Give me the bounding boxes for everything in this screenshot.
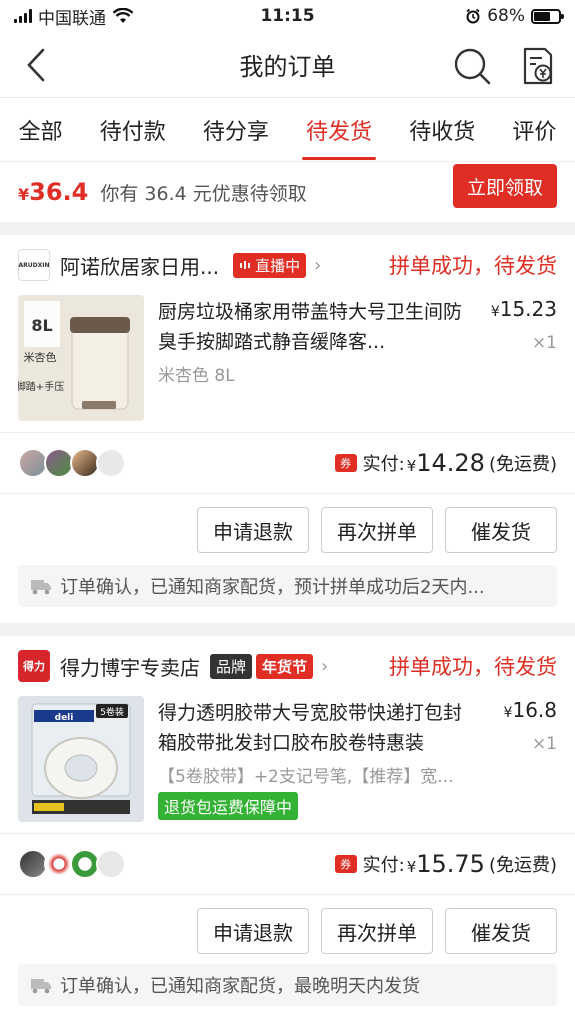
tab-pending-payment[interactable]: 待付款	[96, 98, 170, 162]
tab-pending-shipment[interactable]: 待发货	[302, 98, 377, 162]
avatar	[96, 448, 126, 478]
battery-percent: 68%	[487, 6, 525, 26]
order-status: 拼单成功，待发货	[389, 655, 557, 679]
brand-badge: 品牌	[210, 653, 253, 679]
product-price: ¥15.23	[490, 297, 557, 321]
wifi-icon	[112, 8, 134, 23]
product-spec: 米杏色 8L	[158, 366, 235, 386]
status-left: 中国联通	[14, 4, 134, 29]
action-row: 申请退款 再次拼单 催发货	[197, 908, 557, 954]
signal-icon	[14, 9, 32, 23]
refund-button[interactable]: 申请退款	[197, 908, 309, 954]
truck-icon	[31, 979, 51, 994]
product-row[interactable]: 8L 米杏色 脚踏+手压 厨房垃圾桶家用带盖特大号卫生间防臭手按脚踏式静音缓降客…	[18, 295, 557, 425]
order-status: 拼单成功，待发货	[389, 254, 557, 278]
chevron-right-icon: ›	[314, 254, 322, 276]
image-mode-label: 脚踏+手压	[18, 380, 64, 393]
search-icon[interactable]	[452, 46, 492, 86]
paid-amount: 券 实付: ¥14.28 (免运费)	[334, 433, 557, 493]
live-icon	[240, 261, 251, 269]
order-card: 得力 得力博宇专卖店 品牌 年货节 › 拼单成功，待发货 deli 5卷装 得力…	[0, 636, 575, 1024]
group-avatars[interactable]	[18, 849, 126, 879]
alarm-icon	[466, 8, 480, 24]
image-color-label: 米杏色	[24, 350, 57, 364]
action-row: 申请退款 再次拼单 催发货	[197, 507, 557, 553]
urge-shipment-button[interactable]: 催发货	[445, 908, 557, 954]
product-price: ¥16.8	[503, 698, 557, 722]
tab-pending-share[interactable]: 待分享	[199, 98, 273, 162]
product-row[interactable]: deli 5卷装 得力透明胶带大号宽胶带快递打包封箱胶带批发封口胶布胶卷特惠装 …	[18, 696, 557, 826]
page-title: 我的订单	[239, 53, 336, 81]
carrier-name: 中国联通	[38, 8, 106, 29]
image-pack-label: 5卷装	[100, 706, 124, 718]
urge-shipment-button[interactable]: 催发货	[445, 507, 557, 553]
status-right: 68%	[465, 6, 564, 26]
tab-pending-receipt[interactable]: 待收货	[405, 98, 479, 162]
group-avatars[interactable]	[18, 448, 126, 478]
shop-logo: 得力	[18, 650, 50, 682]
reorder-button[interactable]: 再次拼单	[321, 507, 433, 553]
divider	[0, 894, 575, 895]
product-image[interactable]: 8L 米杏色 脚踏+手压	[18, 295, 144, 421]
payment-row: 券 实付: ¥14.28 (免运费)	[18, 433, 557, 493]
chevron-right-icon: ›	[321, 655, 329, 677]
coupon-chip: 券	[334, 454, 357, 472]
festival-badge: 年货节	[256, 653, 314, 679]
coupon-banner: ¥36.4 你有 36.4 元优惠待领取 立即领取	[0, 162, 575, 222]
tab-review[interactable]: 评价	[508, 98, 560, 162]
order-notice[interactable]: 订单确认，已通知商家配货，预计拼单成功后2天内...	[18, 565, 557, 607]
shop-name[interactable]: 得力博宇专卖店	[60, 652, 200, 681]
payment-row: 券 实付: ¥15.75 (免运费)	[18, 834, 557, 894]
battery-icon	[531, 8, 564, 24]
coupon-text: 你有 36.4 元优惠待领取	[100, 182, 307, 205]
shop-name[interactable]: 阿诺欣居家日用...	[60, 251, 219, 280]
reorder-button[interactable]: 再次拼单	[321, 908, 433, 954]
product-quantity: ×1	[531, 734, 557, 754]
product-title[interactable]: 厨房垃圾桶家用带盖特大号卫生间防臭手按脚踏式静音缓降客...	[158, 297, 478, 357]
divider	[0, 493, 575, 494]
return-shipping-guarantee-tag: 退货包运费保障中	[158, 792, 299, 820]
product-quantity: ×1	[531, 333, 557, 353]
order-notice[interactable]: 订单确认，已通知商家配货，最晚明天内发货	[18, 964, 557, 1006]
truck-icon	[31, 580, 51, 595]
product-image[interactable]: deli 5卷装	[18, 696, 144, 822]
image-size-label: 8L	[31, 316, 52, 335]
claim-coupon-button[interactable]: 立即领取	[453, 164, 557, 208]
product-spec: 【5卷胶带】+2支记号笔,【推荐】宽...	[158, 767, 454, 787]
coupon-amount: ¥36.4	[18, 178, 89, 206]
back-icon[interactable]	[18, 46, 54, 84]
shop-row[interactable]: 得力 得力博宇专卖店 品牌 年货节 › 拼单成功，待发货	[0, 636, 575, 696]
tab-all[interactable]: 全部	[15, 98, 67, 162]
status-bar: 中国联通 11:15 68%	[0, 0, 575, 32]
image-brand-label: deli	[55, 713, 74, 723]
bill-icon[interactable]	[520, 46, 556, 86]
live-badge: 直播中	[233, 252, 307, 278]
shop-row[interactable]: ARUDXIN 阿诺欣居家日用... 直播中 › 拼单成功，待发货	[0, 235, 575, 295]
nav-bar: 我的订单	[0, 32, 575, 98]
coupon-chip: 券	[334, 855, 357, 873]
refund-button[interactable]: 申请退款	[197, 507, 309, 553]
avatar	[96, 849, 126, 879]
order-card: ARUDXIN 阿诺欣居家日用... 直播中 › 拼单成功，待发货 8L 米杏色…	[0, 235, 575, 623]
shop-logo: ARUDXIN	[18, 249, 50, 281]
product-title[interactable]: 得力透明胶带大号宽胶带快递打包封箱胶带批发封口胶布胶卷特惠装	[158, 698, 478, 758]
paid-amount: 券 实付: ¥15.75 (免运费)	[334, 834, 557, 894]
battery-fill	[534, 11, 551, 21]
order-tabs: 全部 待付款 待分享 待发货 待收货 评价	[0, 98, 575, 162]
